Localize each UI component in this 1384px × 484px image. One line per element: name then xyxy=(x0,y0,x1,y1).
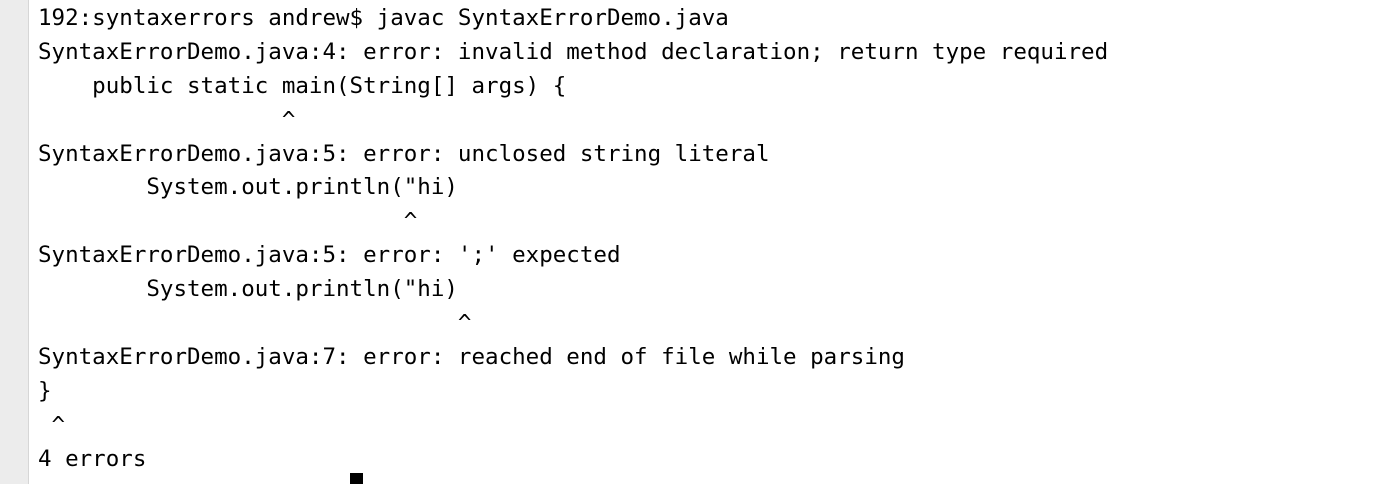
source-code-line: } xyxy=(38,377,52,404)
error-message-line: SyntaxErrorDemo.java:5: error: ';' expec… xyxy=(38,242,621,269)
error-caret-line: ^ xyxy=(38,208,418,235)
error-message-line: SyntaxErrorDemo.java:5: error: unclosed … xyxy=(38,140,770,167)
source-code-line: System.out.println("hi) xyxy=(38,276,458,303)
error-caret-line: ^ xyxy=(38,106,296,133)
error-caret-line: ^ xyxy=(38,411,66,438)
prompt-command-line: 192:syntaxerrors andrew$ javac SyntaxErr… xyxy=(38,5,729,31)
text-cursor xyxy=(350,473,363,484)
terminal-window: 192:syntaxerrors andrew$ javac SyntaxErr… xyxy=(0,0,1384,484)
error-message-line: SyntaxErrorDemo.java:7: error: reached e… xyxy=(38,343,905,370)
source-code-line: public static main(String[] args) { xyxy=(38,72,567,99)
error-caret-line: ^ xyxy=(38,310,472,337)
source-code-line: System.out.println("hi) xyxy=(38,174,458,201)
terminal-output[interactable]: 192:syntaxerrors andrew$ javac SyntaxErr… xyxy=(38,2,1384,484)
error-message-line: SyntaxErrorDemo.java:4: error: invalid m… xyxy=(38,38,1109,65)
terminal-gutter xyxy=(0,0,29,484)
error-count-line: 4 errors xyxy=(38,445,147,472)
